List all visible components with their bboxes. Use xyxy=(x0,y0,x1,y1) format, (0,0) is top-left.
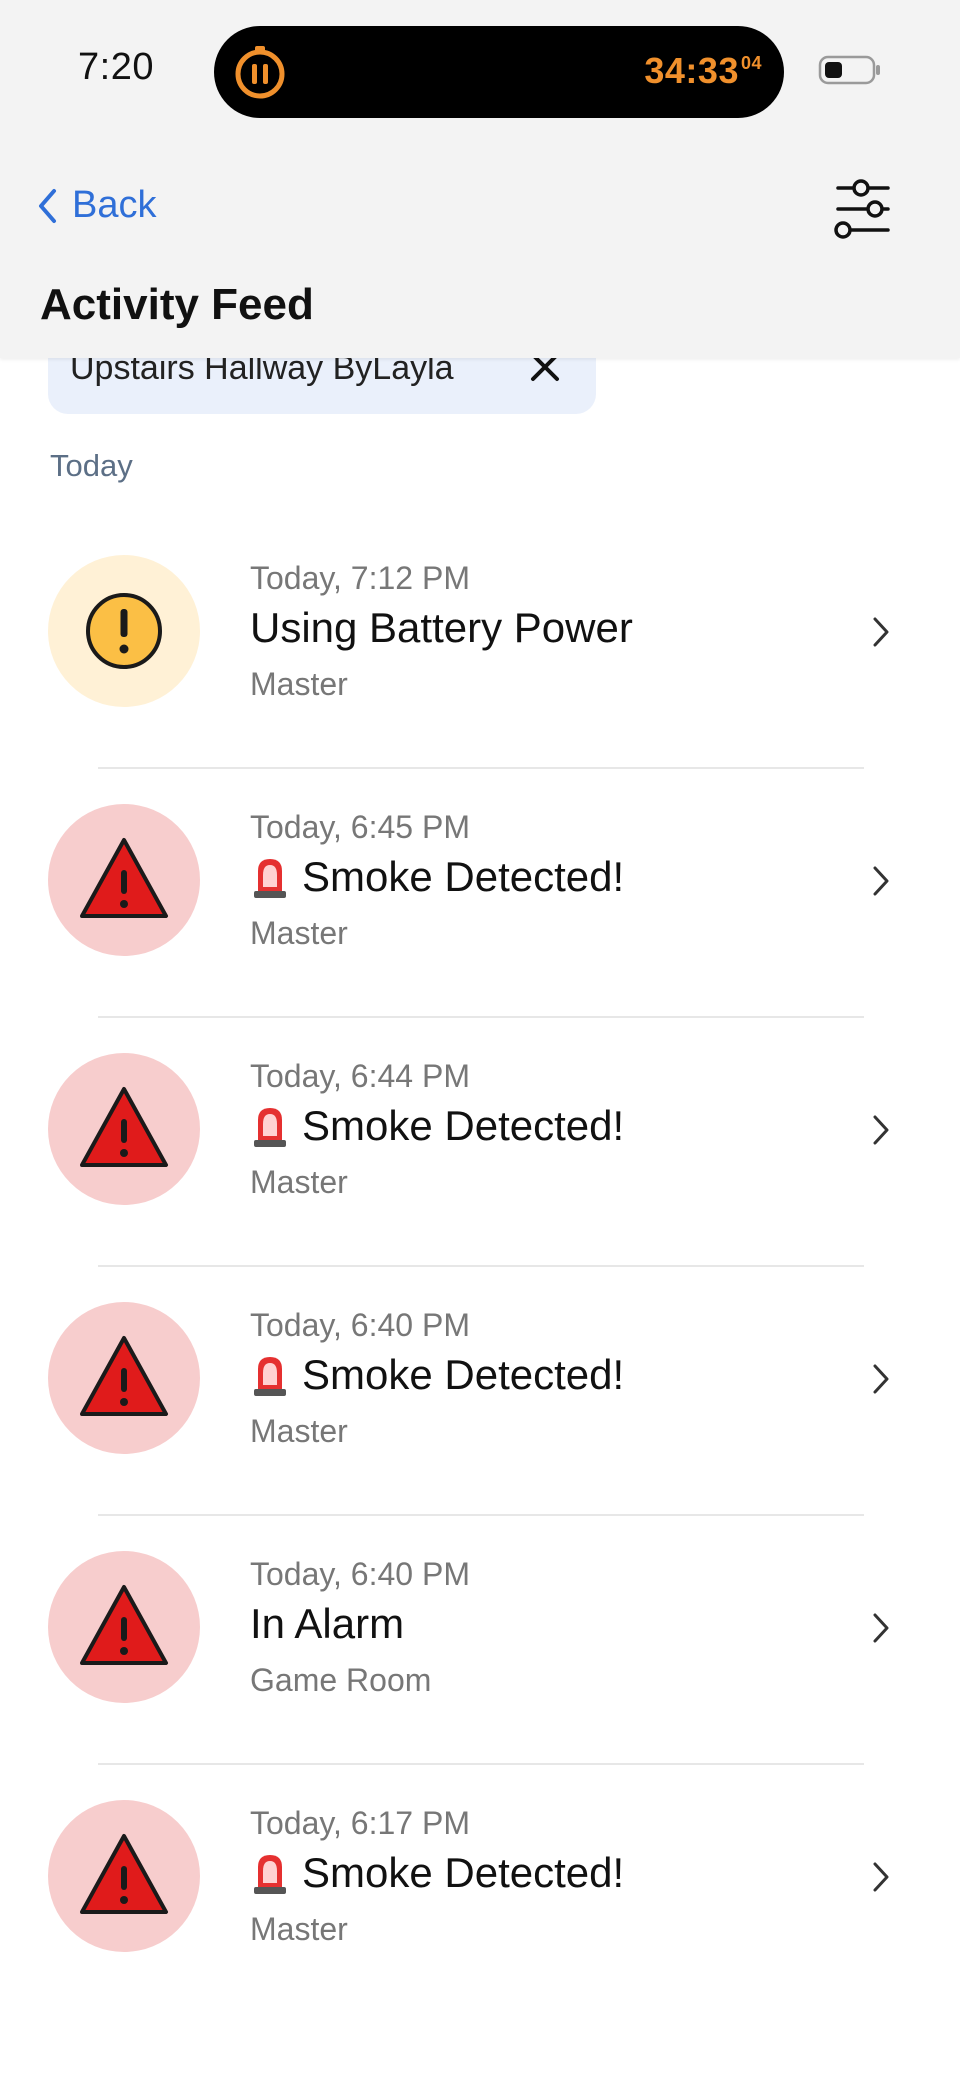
warning-triangle-icon xyxy=(80,1585,168,1665)
event-time: Today, 6:17 PM xyxy=(250,1805,470,1841)
chevron-right-icon xyxy=(873,1364,889,1394)
siren-icon xyxy=(254,1855,286,1894)
event-time: Today, 6:40 PM xyxy=(250,1556,470,1592)
chevron-right-icon xyxy=(873,1862,889,1892)
event-title: Smoke Detected! xyxy=(250,1351,624,1399)
feed-item[interactable]: Today, 6:40 PM Smoke Detected! Master xyxy=(0,1267,960,1516)
event-title: Smoke Detected! xyxy=(250,853,624,901)
feed-item[interactable]: Today, 6:44 PM Smoke Detected! Master xyxy=(0,1018,960,1267)
siren-icon xyxy=(254,859,286,898)
warning-triangle-icon xyxy=(80,1336,168,1416)
event-title-text: Smoke Detected! xyxy=(302,1102,625,1149)
exclamation-circle-icon xyxy=(86,593,162,669)
timer-value: 34:33 xyxy=(644,50,739,91)
event-title: Smoke Detected! xyxy=(250,1102,624,1150)
event-location: Game Room xyxy=(250,1662,432,1698)
timer-readout: 34:33 04 xyxy=(644,50,762,92)
pause-timer-icon xyxy=(235,46,285,99)
warning-triangle-icon xyxy=(80,838,168,918)
siren-icon xyxy=(254,1108,286,1147)
event-icon-badge xyxy=(48,1302,200,1454)
event-title-text: Using Battery Power xyxy=(250,604,633,651)
section-header-today: Today xyxy=(50,448,133,483)
status-time: 7:20 xyxy=(78,46,154,88)
chevron-left-icon xyxy=(39,188,56,223)
timer-fraction: 04 xyxy=(740,53,762,73)
event-icon-badge xyxy=(48,1551,200,1703)
feed-item[interactable]: Today, 6:45 PM Smoke Detected! Master xyxy=(0,769,960,1018)
event-location: Master xyxy=(250,1911,348,1947)
event-title: Using Battery Power xyxy=(250,604,633,652)
event-title: In Alarm xyxy=(250,1600,404,1648)
event-time: Today, 7:12 PM xyxy=(250,560,470,596)
back-label: Back xyxy=(72,184,157,226)
dynamic-island[interactable]: 34:33 04 xyxy=(214,26,784,118)
warning-triangle-icon xyxy=(80,1834,168,1914)
event-time: Today, 6:40 PM xyxy=(250,1307,470,1343)
event-time: Today, 6:44 PM xyxy=(250,1058,470,1094)
chevron-right-icon xyxy=(873,866,889,896)
feed-item[interactable]: Today, 6:17 PM Smoke Detected! Master xyxy=(0,1765,960,2014)
event-icon-badge xyxy=(48,555,200,707)
siren-icon xyxy=(254,1357,286,1396)
chevron-right-icon xyxy=(873,1115,889,1145)
event-icon-badge xyxy=(48,1800,200,1952)
event-title-text: Smoke Detected! xyxy=(302,1849,625,1896)
event-location: Master xyxy=(250,915,348,951)
event-location: Master xyxy=(250,666,348,702)
event-title-text: In Alarm xyxy=(250,1600,405,1647)
feed-item[interactable]: Today, 7:12 PM Using Battery Power Maste… xyxy=(0,520,960,769)
chevron-right-icon xyxy=(873,617,889,647)
sliders-icon[interactable] xyxy=(832,178,894,240)
warning-triangle-icon xyxy=(80,1087,168,1167)
event-location: Master xyxy=(250,1413,348,1449)
feed-item[interactable]: Today, 6:40 PM In Alarm Game Room xyxy=(0,1516,960,1765)
page-title: Activity Feed xyxy=(40,280,314,329)
back-button[interactable]: Back xyxy=(36,184,156,227)
event-time: Today, 6:45 PM xyxy=(250,809,470,845)
event-location: Master xyxy=(250,1164,348,1200)
battery-icon xyxy=(818,55,880,85)
event-title: Smoke Detected! xyxy=(250,1849,624,1897)
event-icon-badge xyxy=(48,1053,200,1205)
event-title-text: Smoke Detected! xyxy=(302,853,625,900)
header: 7:20 34:33 04 Back Activity Feed xyxy=(0,0,960,358)
event-title-text: Smoke Detected! xyxy=(302,1351,625,1398)
event-icon-badge xyxy=(48,804,200,956)
activity-feed-list: Today, 7:12 PM Using Battery Power Maste… xyxy=(0,520,960,2014)
chevron-right-icon xyxy=(873,1613,889,1643)
